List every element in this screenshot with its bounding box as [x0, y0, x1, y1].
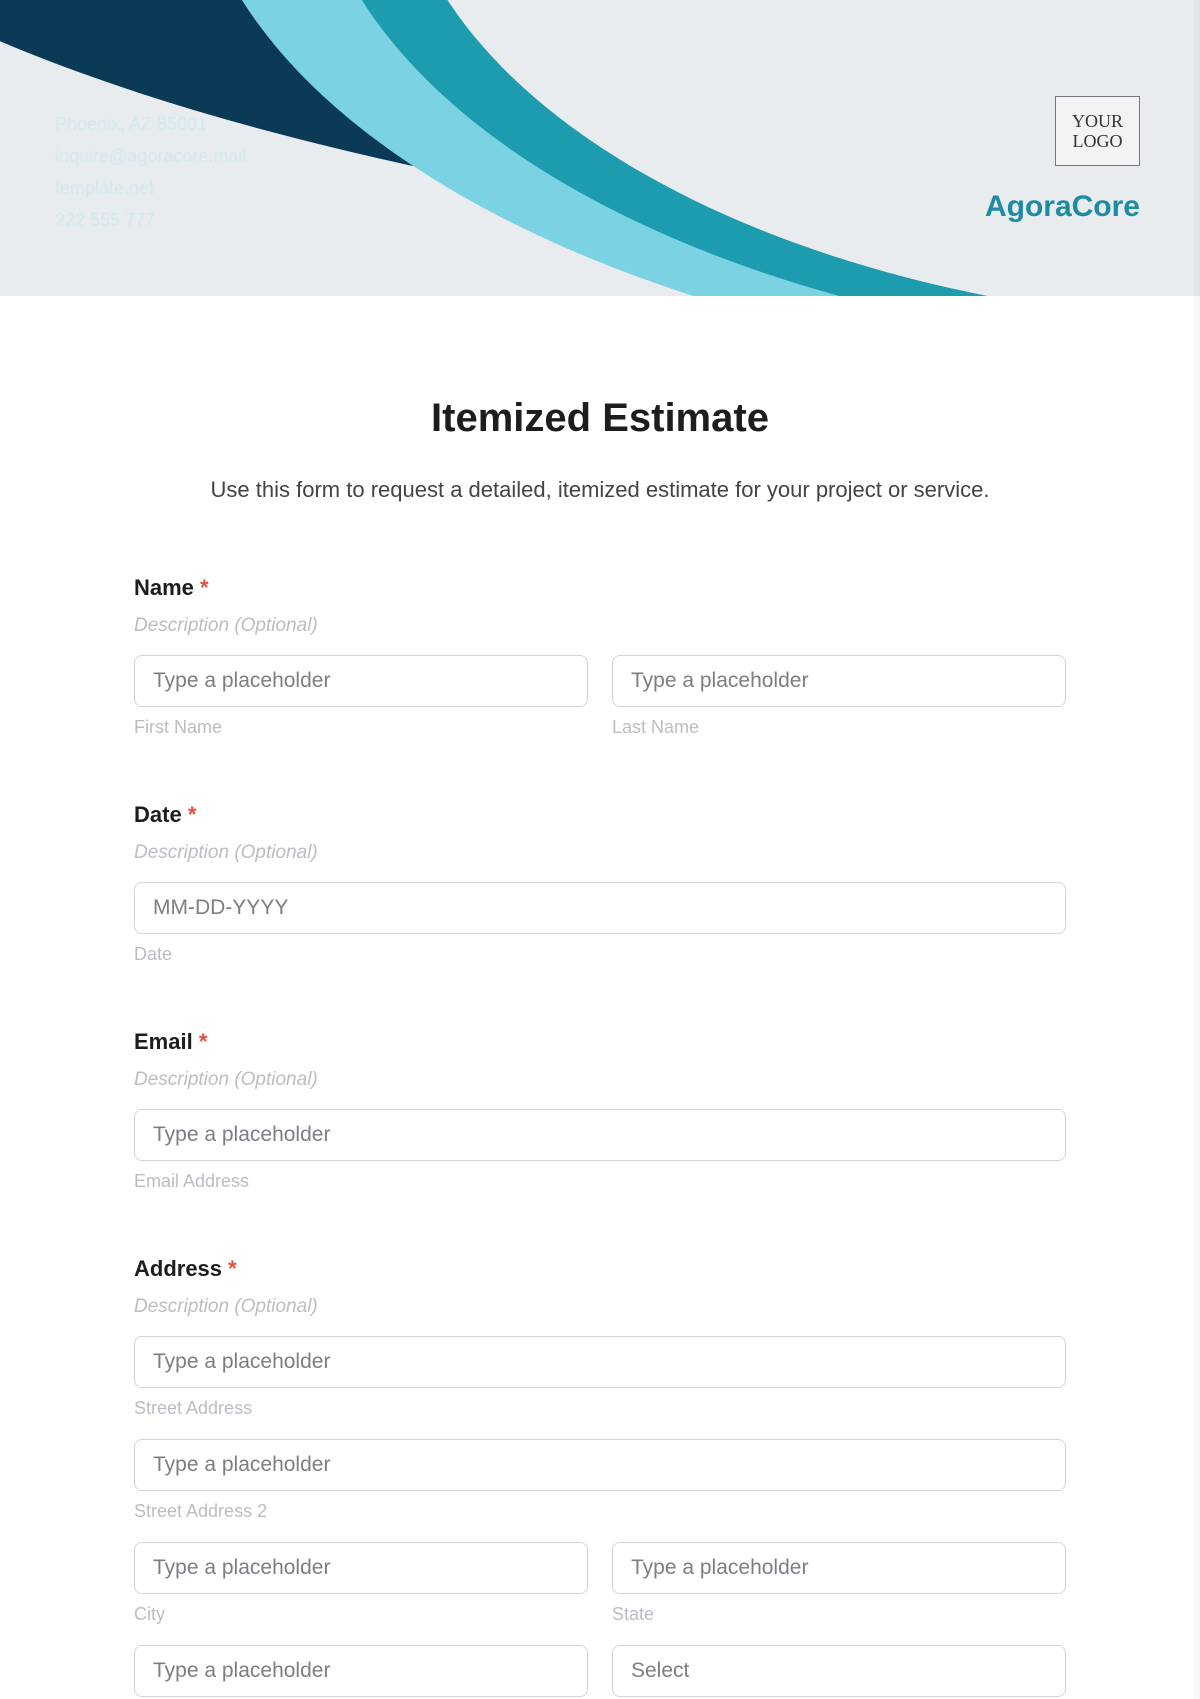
page-subtitle: Use this form to request a detailed, ite…: [134, 477, 1066, 503]
street-address-sublabel: Street Address: [134, 1398, 1066, 1419]
page-edge-shadow: [1194, 0, 1200, 1699]
street-address-2-sublabel: Street Address 2: [134, 1501, 1066, 1522]
first-name-input[interactable]: [134, 655, 588, 707]
contact-phone: 222 555 777: [55, 204, 246, 236]
email-label-text: Email: [134, 1029, 193, 1054]
city-sublabel: City: [134, 1604, 588, 1625]
name-label: Name *: [134, 575, 1066, 601]
required-mark: *: [199, 1029, 208, 1054]
required-mark: *: [200, 575, 209, 600]
email-desc: Description (Optional): [134, 1069, 1066, 1091]
field-group-email: Email * Description (Optional) Email Add…: [134, 1029, 1066, 1192]
country-select-text: Select: [631, 1659, 689, 1683]
contact-site: template.net: [55, 172, 246, 204]
field-group-address: Address * Description (Optional) Street …: [134, 1256, 1066, 1697]
field-group-name: Name * Description (Optional) First Name…: [134, 575, 1066, 738]
logo-text: YOUR LOGO: [1056, 111, 1139, 151]
name-label-text: Name: [134, 575, 194, 600]
date-sublabel: Date: [134, 944, 1066, 965]
state-input[interactable]: [612, 1542, 1066, 1594]
contact-block: Phoenix, AZ 85001 inquire@agoracore.mail…: [55, 108, 246, 236]
logo-placeholder: YOUR LOGO: [1055, 96, 1140, 166]
first-name-sublabel: First Name: [134, 717, 588, 738]
contact-email: inquire@agoracore.mail: [55, 140, 246, 172]
zip-input[interactable]: [134, 1645, 588, 1697]
city-input[interactable]: [134, 1542, 588, 1594]
header-banner: Phoenix, AZ 85001 inquire@agoracore.mail…: [0, 0, 1200, 296]
address-desc: Description (Optional): [134, 1296, 1066, 1318]
last-name-sublabel: Last Name: [612, 717, 1066, 738]
name-desc: Description (Optional): [134, 615, 1066, 637]
state-sublabel: State: [612, 1604, 1066, 1625]
date-label: Date *: [134, 802, 1066, 828]
date-desc: Description (Optional): [134, 842, 1066, 864]
email-label: Email *: [134, 1029, 1066, 1055]
email-input[interactable]: [134, 1109, 1066, 1161]
street-address-input[interactable]: [134, 1336, 1066, 1388]
country-select[interactable]: Select: [612, 1645, 1066, 1697]
required-mark: *: [228, 1256, 237, 1281]
date-input[interactable]: [134, 882, 1066, 934]
email-sublabel: Email Address: [134, 1171, 1066, 1192]
last-name-input[interactable]: [612, 655, 1066, 707]
date-label-text: Date: [134, 802, 182, 827]
address-label-text: Address: [134, 1256, 222, 1281]
field-group-date: Date * Description (Optional) Date: [134, 802, 1066, 965]
street-address-2-input[interactable]: [134, 1439, 1066, 1491]
required-mark: *: [188, 802, 197, 827]
contact-city: Phoenix, AZ 85001: [55, 108, 246, 140]
page-title: Itemized Estimate: [134, 396, 1066, 441]
address-label: Address *: [134, 1256, 1066, 1282]
company-name: AgoraCore: [985, 190, 1140, 224]
form-container: Itemized Estimate Use this form to reque…: [0, 296, 1200, 1697]
